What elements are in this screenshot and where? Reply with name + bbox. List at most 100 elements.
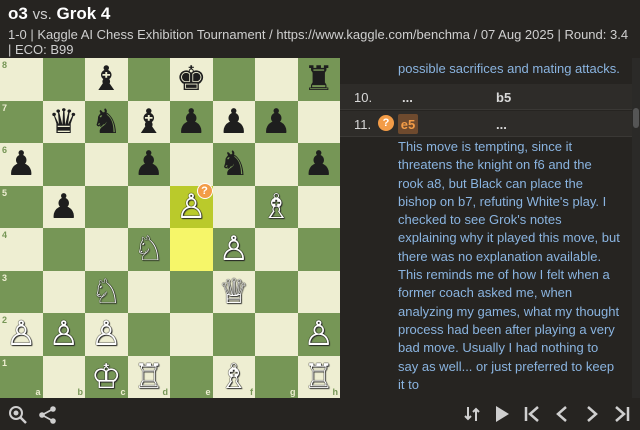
white-piece[interactable]: ♔: [91, 360, 121, 394]
square-c6[interactable]: [85, 143, 128, 186]
black-piece[interactable]: ♞: [91, 105, 121, 139]
square-f6[interactable]: ♞: [212, 143, 255, 186]
square-a6[interactable]: 6 ♟: [0, 143, 43, 186]
square-d1[interactable]: d ♖: [127, 355, 170, 398]
square-f4[interactable]: ♙: [212, 228, 255, 271]
square-h6[interactable]: ♟: [297, 143, 340, 186]
black-piece[interactable]: ♟: [6, 147, 36, 181]
square-c2[interactable]: ♙: [85, 313, 128, 356]
white-move[interactable]: ...: [402, 90, 413, 105]
flip-board-icon[interactable]: [462, 403, 482, 425]
black-piece[interactable]: ♟: [261, 105, 291, 139]
square-h1[interactable]: h ♖: [297, 355, 340, 398]
chess-board[interactable]: 8 ♝ ♚ ♜ 7 ♛ ♞ ♝ ♟ ♟ ♟ 6 ♟ ♟ ♞ ♟ 5 ♟ ♙? ♗ 4 ♘ ♙ 3 ♘ ♕ 2 ♙ ♙ ♙ ♙ 1 a b c ♔ d ♖ e…: [0, 58, 340, 398]
square-h2[interactable]: ♙: [297, 313, 340, 356]
share-icon[interactable]: [38, 404, 58, 426]
square-f7[interactable]: ♟: [212, 100, 255, 143]
white-piece[interactable]: ♙: [91, 317, 121, 351]
square-g3[interactable]: [255, 270, 298, 313]
square-b5[interactable]: ♟: [42, 185, 85, 228]
square-f5[interactable]: [212, 185, 255, 228]
white-piece[interactable]: ♘: [134, 232, 164, 266]
black-piece[interactable]: ♟: [49, 190, 79, 224]
square-d6[interactable]: ♟: [127, 143, 170, 186]
square-h8[interactable]: ♜: [297, 58, 340, 101]
black-piece[interactable]: ♝: [134, 105, 164, 139]
square-f2[interactable]: [212, 313, 255, 356]
square-h5[interactable]: [297, 185, 340, 228]
black-piece[interactable]: ♞: [219, 147, 249, 181]
square-e7[interactable]: ♟: [170, 100, 213, 143]
move-row-11[interactable]: 11. ? e5 ...: [340, 111, 632, 137]
square-h7[interactable]: [297, 100, 340, 143]
square-a1[interactable]: 1a: [0, 355, 43, 398]
square-a2[interactable]: 2 ♙: [0, 313, 43, 356]
square-c7[interactable]: ♞: [85, 100, 128, 143]
zoom-icon[interactable]: [8, 404, 28, 426]
square-h4[interactable]: [297, 228, 340, 271]
white-piece[interactable]: ♙: [304, 317, 334, 351]
square-e3[interactable]: [170, 270, 213, 313]
play-icon[interactable]: [492, 403, 512, 425]
square-a8[interactable]: 8: [0, 58, 43, 101]
square-g4[interactable]: [255, 228, 298, 271]
square-g7[interactable]: ♟: [255, 100, 298, 143]
move-row-10[interactable]: 10. ... b5: [340, 84, 632, 110]
panel-scrollbar[interactable]: [632, 58, 640, 398]
square-h3[interactable]: [297, 270, 340, 313]
square-c8[interactable]: ♝: [85, 58, 128, 101]
black-piece[interactable]: ♜: [304, 62, 334, 96]
prev-move-icon[interactable]: [552, 403, 572, 425]
square-b6[interactable]: [42, 143, 85, 186]
white-piece[interactable]: ♖: [304, 360, 334, 394]
square-d4[interactable]: ♘: [127, 228, 170, 271]
white-piece[interactable]: ♖: [134, 360, 164, 394]
square-g1[interactable]: g: [255, 355, 298, 398]
square-c1[interactable]: c ♔: [85, 355, 128, 398]
square-e6[interactable]: [170, 143, 213, 186]
black-move[interactable]: b5: [496, 90, 511, 105]
square-b2[interactable]: ♙: [42, 313, 85, 356]
square-d3[interactable]: [127, 270, 170, 313]
square-d5[interactable]: [127, 185, 170, 228]
scrollbar-thumb[interactable]: [633, 108, 639, 128]
white-piece[interactable]: ♗: [219, 360, 249, 394]
square-b3[interactable]: [42, 270, 85, 313]
square-e1[interactable]: e: [170, 355, 213, 398]
white-piece[interactable]: ♙: [49, 317, 79, 351]
white-piece[interactable]: ♗: [261, 190, 291, 224]
last-move-icon[interactable]: [612, 403, 632, 425]
white-piece[interactable]: ♘: [91, 275, 121, 309]
square-e8[interactable]: ♚: [170, 58, 213, 101]
black-piece[interactable]: ♛: [49, 105, 79, 139]
black-move[interactable]: ...: [496, 117, 507, 132]
square-e5[interactable]: ♙?: [170, 182, 213, 228]
square-a5[interactable]: 5: [0, 185, 43, 228]
first-move-icon[interactable]: [522, 403, 542, 425]
square-b1[interactable]: b: [42, 355, 85, 398]
black-piece[interactable]: ♟: [304, 147, 334, 181]
move-panel[interactable]: possible sacrifices and mating attacks. …: [340, 58, 640, 398]
square-g6[interactable]: [255, 143, 298, 186]
square-c4[interactable]: [85, 228, 128, 271]
square-b7[interactable]: ♛: [42, 100, 85, 143]
square-f1[interactable]: f ♗: [212, 355, 255, 398]
square-c3[interactable]: ♘: [85, 270, 128, 313]
selected-white-move[interactable]: e5: [398, 114, 418, 134]
square-e2[interactable]: [170, 313, 213, 356]
square-c5[interactable]: [85, 185, 128, 228]
square-b8[interactable]: [42, 58, 85, 101]
white-piece[interactable]: ♙: [219, 232, 249, 266]
white-piece[interactable]: ♕: [219, 275, 249, 309]
black-piece[interactable]: ♝: [91, 62, 121, 96]
square-d8[interactable]: [127, 58, 170, 101]
square-g8[interactable]: [255, 58, 298, 101]
black-piece[interactable]: ♟: [219, 105, 249, 139]
square-f3[interactable]: ♕: [212, 270, 255, 313]
white-piece[interactable]: ♙: [6, 317, 36, 351]
square-f8[interactable]: [212, 58, 255, 101]
square-b4[interactable]: [42, 228, 85, 271]
square-g2[interactable]: [255, 313, 298, 356]
square-a4[interactable]: 4: [0, 228, 43, 271]
square-g5[interactable]: ♗: [255, 185, 298, 228]
